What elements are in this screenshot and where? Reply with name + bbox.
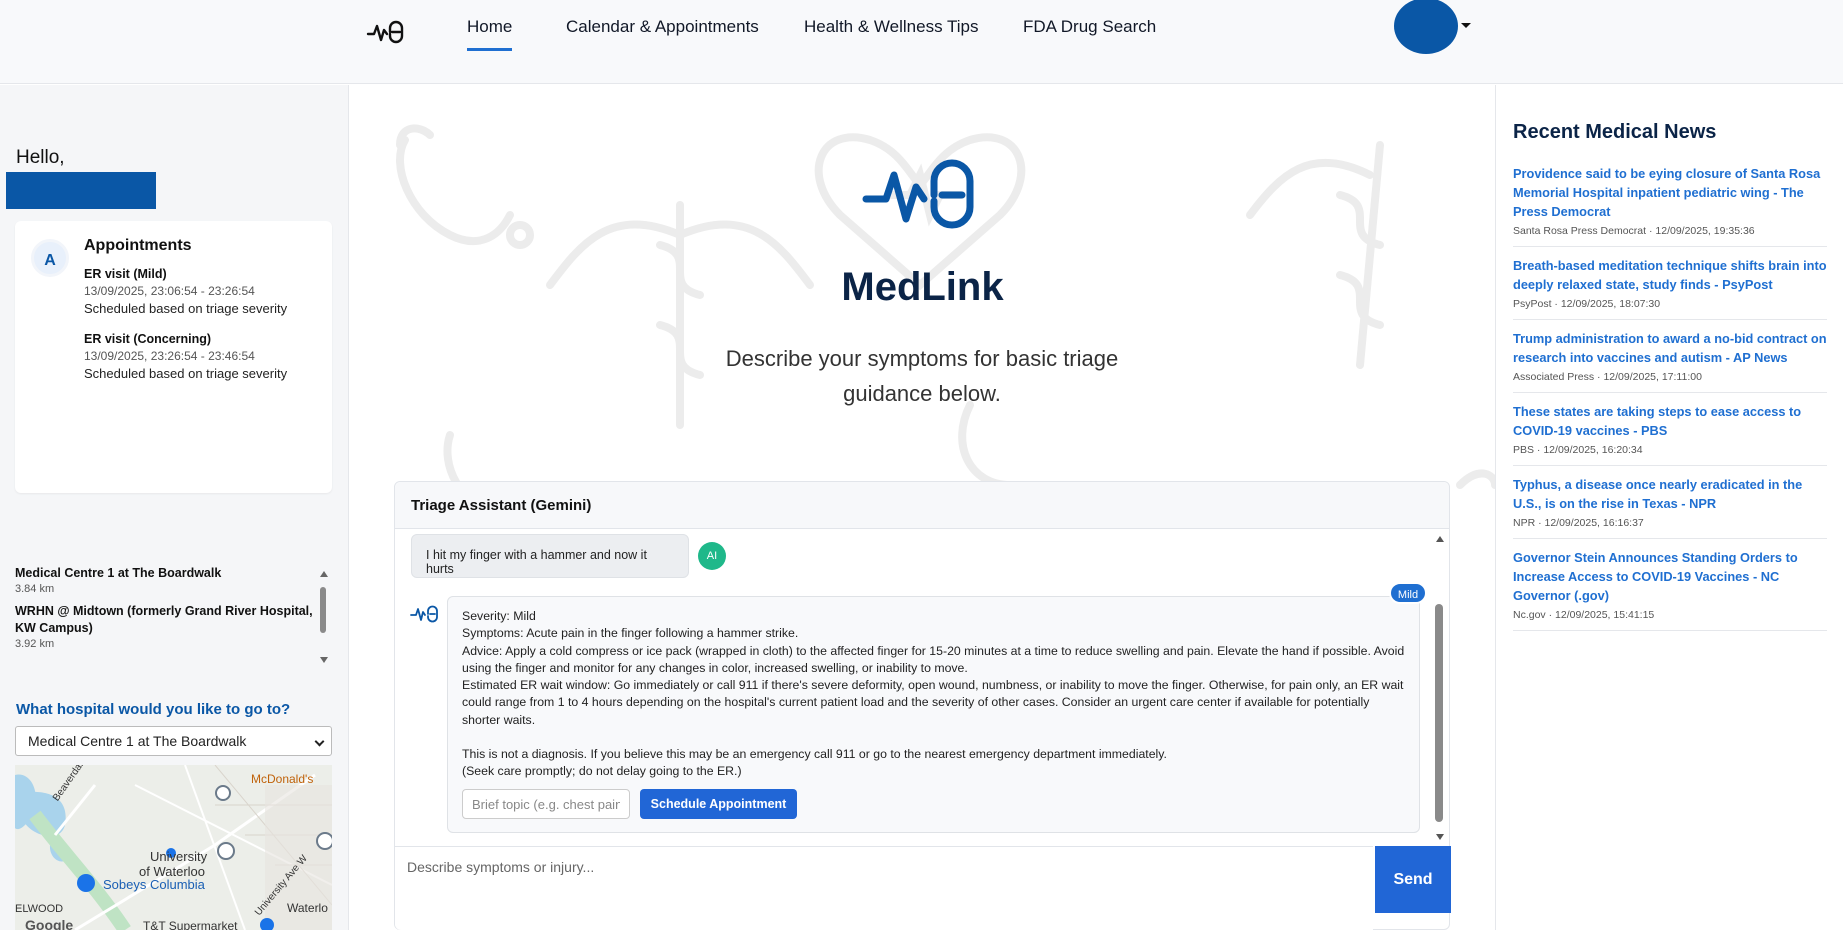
ai-avatar: AI xyxy=(698,542,726,570)
news-headline-link[interactable]: Typhus, a disease once nearly eradicated… xyxy=(1513,475,1827,513)
user-message: I hit my finger with a hammer and now it… xyxy=(411,534,689,578)
hospital-select-value: Medical Centre 1 at The Boardwalk xyxy=(28,733,247,749)
send-button[interactable]: Send xyxy=(1375,846,1451,913)
medlink-logo-icon[interactable] xyxy=(366,18,406,46)
response-wait-window: Estimated ER wait window: Go immediately… xyxy=(462,678,1404,727)
hero-subtitle: Describe your symptoms for basic triage … xyxy=(725,346,1119,406)
appointments-badge: A xyxy=(31,239,69,277)
topic-input[interactable] xyxy=(462,789,630,819)
medlink-bot-icon xyxy=(410,605,438,623)
news-sidebar: Recent Medical News Providence said to b… xyxy=(1495,85,1843,930)
greeting: Hello, xyxy=(16,147,65,168)
news-headline-link[interactable]: These states are taking steps to ease ac… xyxy=(1513,402,1827,440)
appointment-item[interactable]: ER visit (Concerning) 13/09/2025, 23:26:… xyxy=(84,332,324,381)
assistant-message-text: Severity: Mild Symptoms: Acute pain in t… xyxy=(462,608,1407,781)
medlink-hero-logo-icon xyxy=(862,159,974,229)
hospital-item[interactable]: WRHN @ Midtown (formerly Grand River Hos… xyxy=(15,603,315,650)
news-item[interactable]: Typhus, a disease once nearly eradicated… xyxy=(1513,472,1827,539)
news-meta: NPR · 12/09/2025, 16:16:37 xyxy=(1513,517,1644,529)
appointment-note: Scheduled based on triage severity xyxy=(84,301,288,316)
assistant-message: Severity: Mild Symptoms: Acute pain in t… xyxy=(447,596,1420,833)
appointment-time: 13/09/2025, 23:26:54 - 23:46:54 xyxy=(84,349,255,363)
map-label-waterloo: Waterlo xyxy=(287,901,328,915)
news-title: Recent Medical News xyxy=(1513,121,1717,143)
news-headline-link[interactable]: Providence said to be eying closure of S… xyxy=(1513,164,1827,221)
nav-calendar-appointments[interactable]: Calendar & Appointments xyxy=(566,17,759,51)
appointment-item[interactable]: ER visit (Mild) 13/09/2025, 23:06:54 - 2… xyxy=(84,267,324,316)
schedule-appointment-button[interactable]: Schedule Appointment xyxy=(640,789,797,819)
user-avatar[interactable] xyxy=(1394,0,1458,54)
scroll-up-icon[interactable] xyxy=(320,571,328,577)
map-label-elwood: ELWOOD xyxy=(15,903,64,915)
response-severity: Severity: Mild xyxy=(462,609,536,623)
hospital-list-scrollbar[interactable] xyxy=(318,571,328,667)
news-meta: PsyPost · 12/09/2025, 18:07:30 xyxy=(1513,298,1661,310)
map-label-sobeys: Sobeys Columbia xyxy=(103,877,205,892)
top-navbar: Home Calendar & Appointments Health & We… xyxy=(0,0,1843,84)
hospital-map[interactable]: McDonald's Beaverdale Rd University of W… xyxy=(15,765,332,930)
appointment-note: Scheduled based on triage severity xyxy=(84,366,288,381)
hospital-name: WRHN @ Midtown (formerly Grand River Hos… xyxy=(15,604,313,635)
map-label-google: Google xyxy=(25,917,74,930)
nav-home[interactable]: Home xyxy=(467,17,513,51)
map-label-university: University xyxy=(150,849,208,864)
chat-scrollbar-thumb[interactable] xyxy=(1435,604,1443,822)
map-label-tt-supermarket: T&T Supermarket xyxy=(143,919,238,930)
scroll-up-icon[interactable] xyxy=(1436,536,1444,542)
appointments-card: A Appointments ER visit (Mild) 13/09/202… xyxy=(15,221,332,493)
triage-chat-panel: Triage Assistant (Gemini) I hit my finge… xyxy=(394,481,1451,930)
left-sidebar: Hello, A Appointments ER visit (Mild) 13… xyxy=(0,85,349,930)
news-meta: PBS · 12/09/2025, 16:20:34 xyxy=(1513,444,1643,456)
response-spacer xyxy=(462,729,1407,746)
chevron-down-icon[interactable] xyxy=(1461,23,1471,28)
user-name-redacted xyxy=(6,172,156,209)
appointment-title: ER visit (Mild) xyxy=(84,267,167,281)
hospital-distance: 3.84 km xyxy=(15,583,55,595)
news-meta: Santa Rosa Press Democrat · 12/09/2025, … xyxy=(1513,225,1755,237)
response-advice: Advice: Apply a cold compress or ice pac… xyxy=(462,643,1405,675)
news-item[interactable]: Governor Stein Announces Standing Orders… xyxy=(1513,545,1827,631)
news-item[interactable]: Providence said to be eying closure of S… xyxy=(1513,161,1827,247)
news-meta: Nc.gov · 12/09/2025, 15:41:15 xyxy=(1513,609,1655,621)
appointment-title: ER visit (Concerning) xyxy=(84,332,212,346)
hospital-select[interactable]: Medical Centre 1 at The Boardwalk xyxy=(15,726,332,756)
scroll-down-icon[interactable] xyxy=(320,657,328,663)
response-symptoms: Symptoms: Acute pain in the finger follo… xyxy=(462,626,799,641)
news-headline-link[interactable]: Breath-based meditation technique shifts… xyxy=(1513,256,1827,294)
severity-badge: Mild xyxy=(1389,582,1427,604)
news-list: Providence said to be eying closure of S… xyxy=(1513,161,1827,637)
chevron-down-icon xyxy=(314,736,325,747)
nav-health-wellness-tips[interactable]: Health & Wellness Tips xyxy=(804,17,978,51)
response-care-note: (Seek care promptly; do not delay going … xyxy=(462,764,742,779)
hero-title: MedLink xyxy=(841,265,1004,309)
hospital-name: Medical Centre 1 at The Boardwalk xyxy=(15,566,222,580)
symptoms-input[interactable] xyxy=(395,846,1373,930)
hospital-distance: 3.92 km xyxy=(15,638,55,650)
hospital-question: What hospital would you like to go to? xyxy=(16,701,291,718)
news-headline-link[interactable]: Trump administration to award a no-bid c… xyxy=(1513,329,1827,367)
hospital-list[interactable]: Medical Centre 1 at The Boardwalk 3.84 k… xyxy=(15,565,332,663)
response-disclaimer: This is not a diagnosis. If you believe … xyxy=(462,747,1167,762)
appointment-time: 13/09/2025, 23:06:54 - 23:26:54 xyxy=(84,284,255,298)
chat-title: Triage Assistant (Gemini) xyxy=(411,497,592,514)
main-content: MedLink Describe your symptoms for basic… xyxy=(350,85,1495,930)
news-item[interactable]: These states are taking steps to ease ac… xyxy=(1513,399,1827,466)
scroll-down-icon[interactable] xyxy=(1436,834,1444,840)
news-headline-link[interactable]: Governor Stein Announces Standing Orders… xyxy=(1513,548,1827,605)
news-meta: Associated Press · 12/09/2025, 17:11:00 xyxy=(1513,371,1702,383)
news-item[interactable]: Breath-based meditation technique shifts… xyxy=(1513,253,1827,320)
chat-header: Triage Assistant (Gemini) xyxy=(395,482,1449,529)
hospital-item[interactable]: Medical Centre 1 at The Boardwalk 3.84 k… xyxy=(15,565,315,595)
nav-fda-drug-search[interactable]: FDA Drug Search xyxy=(1023,17,1156,51)
map-label-mcdonalds: McDonald's xyxy=(251,772,314,786)
news-item[interactable]: Trump administration to award a no-bid c… xyxy=(1513,326,1827,393)
scrollbar-thumb[interactable] xyxy=(320,587,326,633)
appointments-title: Appointments xyxy=(84,237,192,254)
